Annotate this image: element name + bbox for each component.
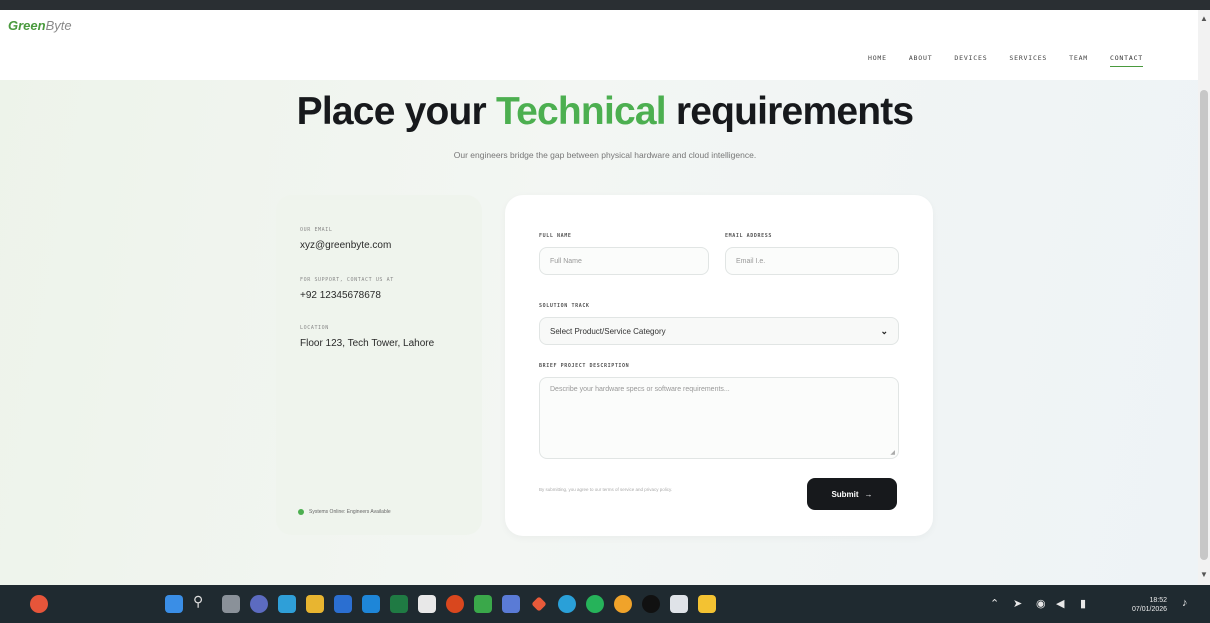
scroll-thumb[interactable] xyxy=(1200,90,1208,560)
search-icon[interactable]: ⚲ xyxy=(193,593,211,611)
email-input[interactable]: Email I.e. xyxy=(725,247,899,275)
fullname-input[interactable]: Full Name xyxy=(539,247,709,275)
start-icon[interactable] xyxy=(165,595,183,613)
email-address-label: EMAIL ADDRESS xyxy=(725,233,772,239)
support-label: FOR SUPPORT, CONTACT US AT xyxy=(300,277,394,283)
main-nav: HOME ABOUT DEVICES SERVICES TEAM CONTACT xyxy=(868,54,1143,67)
status-dot-icon xyxy=(298,509,304,515)
task-view-icon[interactable] xyxy=(222,595,240,613)
chevron-up-icon[interactable]: ⌃ xyxy=(990,597,999,610)
email-label: OUR EMAIL xyxy=(300,227,333,233)
email-value[interactable]: xyz@greenbyte.com xyxy=(300,240,391,251)
contact-info-card: OUR EMAIL xyz@greenbyte.com FOR SUPPORT,… xyxy=(276,195,482,535)
edge-icon[interactable] xyxy=(278,595,296,613)
resize-handle-icon[interactable]: ◢ xyxy=(890,449,895,456)
location-label: LOCATION xyxy=(300,325,329,331)
volume-icon[interactable]: ◀ xyxy=(1056,597,1064,610)
location-value: Floor 123, Tech Tower, Lahore xyxy=(300,338,435,349)
image-viewer-icon[interactable] xyxy=(474,595,492,613)
nav-home[interactable]: HOME xyxy=(868,54,887,67)
status-text: Systems Online: Engineers Available xyxy=(309,509,391,515)
chevron-down-icon: ⌄ xyxy=(880,325,888,336)
chrome-icon[interactable] xyxy=(614,595,632,613)
browser-viewport: GreenByte HOME ABOUT DEVICES SERVICES TE… xyxy=(0,10,1198,585)
app-black-icon[interactable] xyxy=(642,595,660,613)
site-header: GreenByte HOME ABOUT DEVICES SERVICES TE… xyxy=(0,10,1198,80)
phone-value[interactable]: +92 12345678678 xyxy=(300,290,381,301)
requirements-form: FULL NAME Full Name EMAIL ADDRESS Email … xyxy=(505,195,933,536)
word-icon[interactable] xyxy=(334,595,352,613)
teams-icon[interactable] xyxy=(502,595,520,613)
site-logo[interactable]: GreenByte xyxy=(8,18,72,33)
scroll-up-icon[interactable]: ▲ xyxy=(1200,14,1208,23)
notification-bell-icon[interactable]: ♪ xyxy=(1182,597,1188,609)
app-heart-icon[interactable] xyxy=(531,596,547,612)
fullname-label: FULL NAME xyxy=(539,233,572,239)
battery-icon[interactable]: ▮ xyxy=(1080,597,1086,610)
page-title: Place your Technical requirements xyxy=(296,90,914,133)
system-clock[interactable]: 18:52 07/01/2026 xyxy=(1132,596,1167,614)
folder-icon[interactable] xyxy=(698,595,716,613)
nav-devices[interactable]: DEVICES xyxy=(954,54,987,67)
logo-green-text: Green xyxy=(8,18,46,33)
terms-note: By submitting, you agree to our terms of… xyxy=(539,487,673,492)
powerpoint-icon[interactable] xyxy=(446,595,464,613)
file-explorer-icon[interactable] xyxy=(306,595,324,613)
nav-contact[interactable]: CONTACT xyxy=(1110,54,1143,67)
submit-button[interactable]: Submit → xyxy=(807,478,897,510)
description-label: BRIEF PROJECT DESCRIPTION xyxy=(539,363,630,369)
notes-icon[interactable] xyxy=(362,595,380,613)
solution-track-select[interactable]: Select Product/Service Category ⌄ xyxy=(539,317,899,345)
browser-icon[interactable] xyxy=(558,595,576,613)
chat-icon[interactable] xyxy=(250,595,268,613)
excel-icon[interactable] xyxy=(390,595,408,613)
wifi-icon[interactable]: ◉ xyxy=(1036,597,1046,610)
nav-team[interactable]: TEAM xyxy=(1069,54,1088,67)
status-indicator: Systems Online: Engineers Available xyxy=(298,509,391,515)
page-subtitle: Our engineers bridge the gap between phy… xyxy=(453,150,757,160)
store-icon[interactable] xyxy=(418,595,436,613)
clock-date: 07/01/2026 xyxy=(1132,606,1168,613)
os-taskbar: ⚲ ⌃ ➤ ◉ ◀ ▮ 18:52 07/01/2026 ♪ xyxy=(0,585,1210,623)
scroll-down-icon[interactable]: ▼ xyxy=(1200,570,1208,579)
widgets-icon[interactable] xyxy=(30,595,48,613)
window-top-bar xyxy=(0,0,1210,10)
nav-about[interactable]: ABOUT xyxy=(909,54,933,67)
description-textarea[interactable]: Describe your hardware specs or software… xyxy=(539,377,899,459)
whatsapp-icon[interactable] xyxy=(586,595,604,613)
nav-services[interactable]: SERVICES xyxy=(1009,54,1047,67)
location-icon: ➤ xyxy=(1013,598,1023,610)
solution-track-label: SOLUTION TRACK xyxy=(539,303,590,309)
logo-grey-text: Byte xyxy=(45,18,72,33)
snipping-icon[interactable] xyxy=(670,595,688,613)
clock-time: 18:52 xyxy=(1149,597,1168,604)
arrow-right-icon: → xyxy=(864,489,873,499)
page-scrollbar[interactable]: ▲ ▼ xyxy=(1198,10,1210,585)
